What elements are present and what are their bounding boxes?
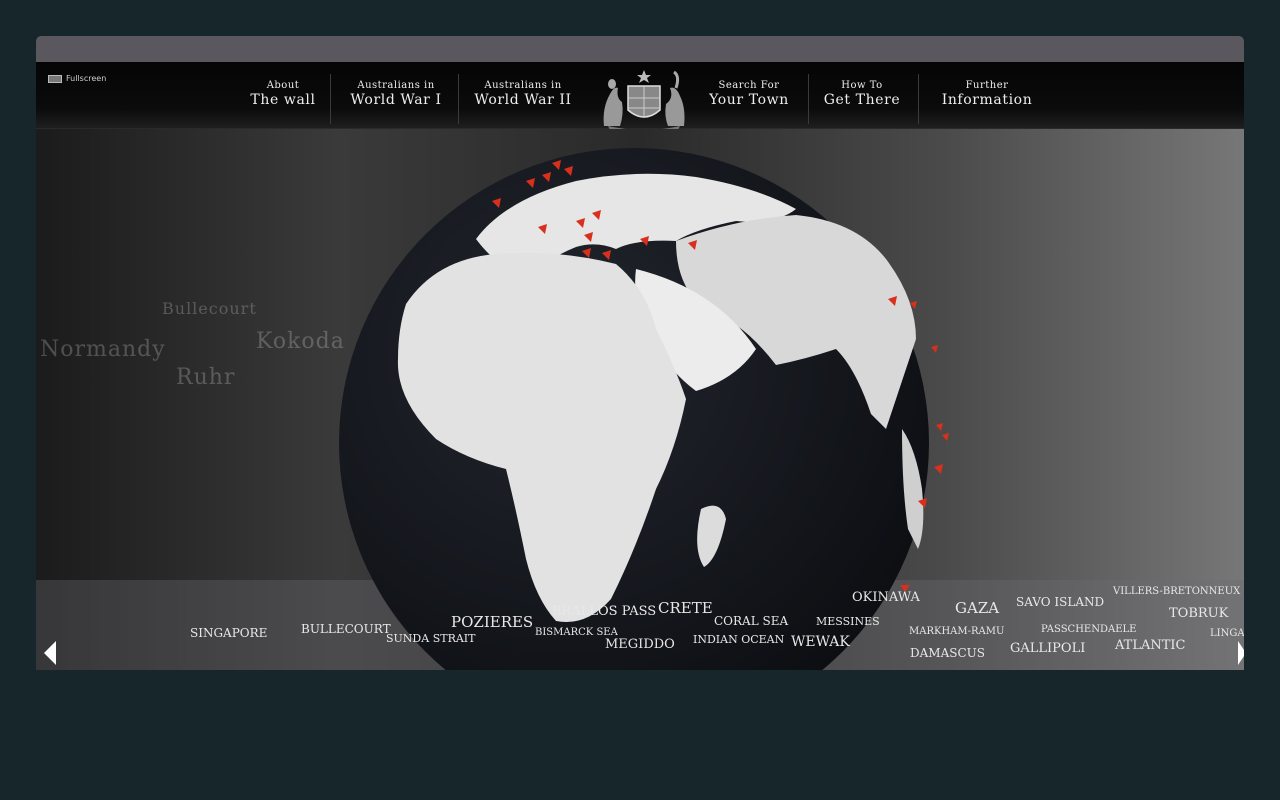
arrow-right-icon[interactable] <box>1238 641 1244 665</box>
nav-ww2-line2: World War II <box>474 92 572 108</box>
battle-name[interactable]: Singapore <box>190 626 267 640</box>
nav-howto-line1: How To <box>841 80 883 91</box>
battle-name[interactable]: Villers-Bretonneux <box>1113 586 1240 597</box>
battle-name[interactable]: Savo Island <box>1016 595 1104 609</box>
arrow-left-icon[interactable] <box>44 641 56 665</box>
battle-name[interactable]: Damascus <box>910 646 985 660</box>
nav-about-line1: About <box>266 80 300 91</box>
fullscreen-label: Fullscreen <box>66 74 107 83</box>
coat-of-arms-icon <box>603 70 685 132</box>
nav-australians-ww2[interactable]: Australians in World War II <box>462 62 584 126</box>
nav-australians-ww1[interactable]: Australians in World War I <box>336 62 456 126</box>
nav-about-line2: The wall <box>250 92 316 108</box>
nav-further-line1: Further <box>965 80 1009 91</box>
nav-divider <box>808 74 809 124</box>
battle-name[interactable]: Atlantic <box>1115 638 1186 653</box>
battle-name[interactable]: Gaza <box>955 599 999 617</box>
battle-name[interactable]: Bullecourt <box>301 622 391 636</box>
memorial-wall-scene: Normandy Ruhr Kokoda Bullecourt SINGAPOR… <box>36 129 1244 670</box>
battle-name[interactable]: Okinawa <box>852 590 920 605</box>
battle-name[interactable]: Linga <box>1210 628 1244 639</box>
battle-name[interactable]: Pozieres <box>451 613 533 631</box>
battle-name[interactable]: Crete <box>658 599 713 617</box>
battle-name[interactable]: Tobruk <box>1169 606 1228 621</box>
battle-name[interactable]: Passchendaele <box>1041 624 1136 635</box>
battle-name[interactable]: Wewak <box>791 634 850 650</box>
nav-divider <box>458 74 459 124</box>
nav-search-line1: Search For <box>718 80 780 91</box>
top-navigation: Fullscreen About The wall Australians in… <box>36 62 1244 132</box>
battle-name[interactable]: Coral Sea <box>714 614 788 628</box>
nav-about-the-wall[interactable]: About The wall <box>242 62 324 126</box>
battle-name[interactable]: Indian Ocean <box>693 633 784 646</box>
nav-ww1-line2: World War I <box>350 92 442 108</box>
window-titlebar <box>36 36 1244 62</box>
battle-name[interactable]: Gallipoli <box>1010 641 1085 656</box>
nav-further-line2: Information <box>941 92 1033 108</box>
nav-howto-line2: Get There <box>823 92 901 108</box>
battle-name[interactable]: Messines <box>816 615 880 628</box>
nav-search-line2: Your Town <box>709 92 789 108</box>
battle-name[interactable]: Markham-Ramu <box>909 626 1004 637</box>
nav-ww1-line1: Australians in <box>357 80 435 91</box>
battle-name[interactable]: Megiddo <box>605 637 675 652</box>
nav-divider <box>918 74 919 124</box>
nav-search-your-town[interactable]: Search For Your Town <box>700 62 798 126</box>
nav-how-to-get-there[interactable]: How To Get There <box>814 62 910 126</box>
battle-name[interactable]: Brallos Pass <box>552 604 656 619</box>
nav-divider <box>330 74 331 124</box>
battle-name[interactable]: Sunda Strait <box>386 632 475 645</box>
fullscreen-button[interactable]: Fullscreen <box>48 74 106 83</box>
nav-further-information[interactable]: Further Information <box>924 62 1050 126</box>
app-frame: Fullscreen About The wall Australians in… <box>36 36 1244 670</box>
battle-names-wall: Singapore Bullecourt Sunda Strait Pozier… <box>36 129 1244 670</box>
fullscreen-icon <box>48 74 62 83</box>
nav-ww2-line1: Australians in <box>484 80 562 91</box>
